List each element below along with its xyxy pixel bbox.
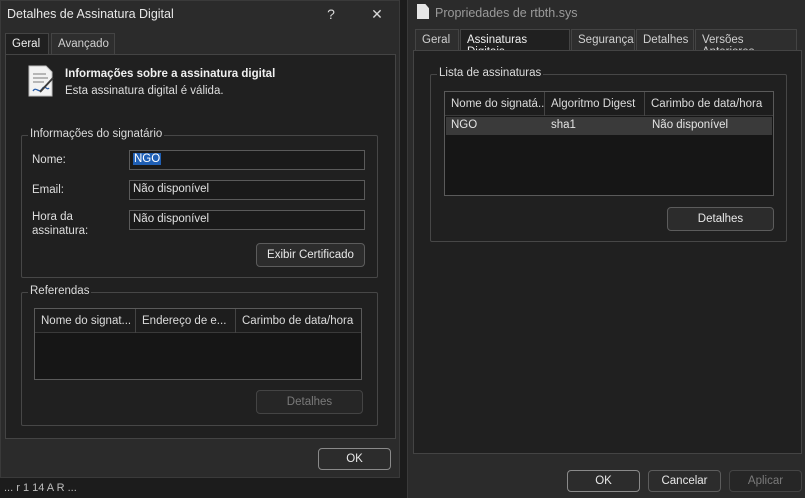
tab-strip: Geral Avançado (5, 33, 397, 55)
file-icon (417, 4, 429, 19)
signature-list-header: Nome do signatá... Algoritmo Digest Cari… (445, 92, 773, 116)
tab-geral[interactable]: Geral (415, 29, 459, 51)
email-field[interactable]: Não disponível (129, 180, 365, 200)
column-signer-name[interactable]: Nome do signatá... (445, 92, 545, 116)
signer-info-group-title: Informações do signatário (28, 128, 165, 140)
column-digest-algorithm[interactable]: Algoritmo Digest (545, 92, 645, 116)
apply-button[interactable]: Aplicar (729, 470, 802, 492)
close-icon[interactable]: ✕ (363, 3, 391, 25)
table-row[interactable]: NGO sha1 Não disponível (446, 117, 772, 135)
ok-button[interactable]: OK (318, 448, 391, 470)
email-label: Email: (32, 184, 64, 196)
row-signer-name: NGO (451, 119, 478, 131)
countersignatures-group: Referendas Nome do signat... Endereço de… (21, 285, 378, 426)
tab-panel: Informações sobre a assinatura digital E… (5, 54, 396, 439)
name-label: Nome: (32, 154, 66, 166)
file-properties-dialog: Propriedades de rtbth.sys Geral Assinatu… (407, 0, 805, 498)
row-timestamp: Não disponível (652, 119, 729, 131)
certificate-document-icon (26, 64, 56, 98)
tab-strip: Geral Assinaturas Digitais Segurança Det… (413, 29, 803, 58)
tab-avancado[interactable]: Avançado (51, 33, 115, 55)
tab-detalhes[interactable]: Detalhes (636, 29, 694, 51)
signature-info-heading: Informações sobre a assinatura digital (65, 68, 276, 80)
name-field[interactable]: NGO (129, 150, 365, 170)
signing-time-field[interactable]: Não disponível (129, 210, 365, 230)
dialog-title: Detalhes de Assinatura Digital (7, 7, 174, 21)
signature-valid-text: Esta assinatura digital é válida. (65, 85, 224, 97)
column-timestamp[interactable]: Carimbo de data/hora (236, 309, 360, 333)
background-text: ... r 1 14 A R ... (4, 482, 77, 494)
dialog-title: Propriedades de rtbth.sys (435, 6, 578, 20)
tab-geral[interactable]: Geral (5, 33, 49, 55)
countersignatures-group-title: Referendas (28, 285, 92, 297)
tab-panel: Lista de assinaturas Nome do signatá... … (413, 50, 802, 454)
ok-button[interactable]: OK (567, 470, 640, 492)
column-email-address[interactable]: Endereço de e... (136, 309, 236, 333)
signature-list-group-title: Lista de assinaturas (437, 67, 544, 79)
signing-time-label-line2: assinatura: (32, 225, 89, 237)
title-bar[interactable]: Detalhes de Assinatura Digital ? ✕ (1, 1, 399, 27)
help-icon[interactable]: ? (317, 3, 345, 25)
column-signer-name[interactable]: Nome do signat... (35, 309, 136, 333)
tab-assinaturas-digitais[interactable]: Assinaturas Digitais (460, 29, 570, 58)
tab-versoes-anteriores[interactable]: Versões Anteriores (695, 29, 797, 58)
countersignatures-list-header: Nome do signat... Endereço de e... Carim… (35, 309, 361, 333)
column-timestamp[interactable]: Carimbo de data/hora (645, 92, 773, 116)
signature-list-group: Lista de assinaturas Nome do signatá... … (430, 67, 787, 242)
details-button[interactable]: Detalhes (667, 207, 774, 231)
signer-info-group: Informações do signatário Nome: NGO Emai… (21, 128, 378, 278)
cancel-button[interactable]: Cancelar (648, 470, 721, 492)
view-certificate-button[interactable]: Exibir Certificado (256, 243, 365, 267)
background-window-strip: ... r 1 14 A R ... (0, 478, 407, 498)
digital-signature-details-dialog: Detalhes de Assinatura Digital ? ✕ Geral… (0, 0, 400, 478)
signature-list[interactable]: Nome do signatá... Algoritmo Digest Cari… (444, 91, 774, 196)
name-value: NGO (133, 153, 162, 165)
countersignatures-list[interactable]: Nome do signat... Endereço de e... Carim… (34, 308, 362, 380)
row-digest-algorithm: sha1 (551, 119, 576, 131)
signing-time-label-line1: Hora da (32, 211, 73, 223)
countersignature-details-button[interactable]: Detalhes (256, 390, 363, 414)
title-bar[interactable]: Propriedades de rtbth.sys (408, 0, 805, 26)
tab-seguranca[interactable]: Segurança (571, 29, 635, 51)
